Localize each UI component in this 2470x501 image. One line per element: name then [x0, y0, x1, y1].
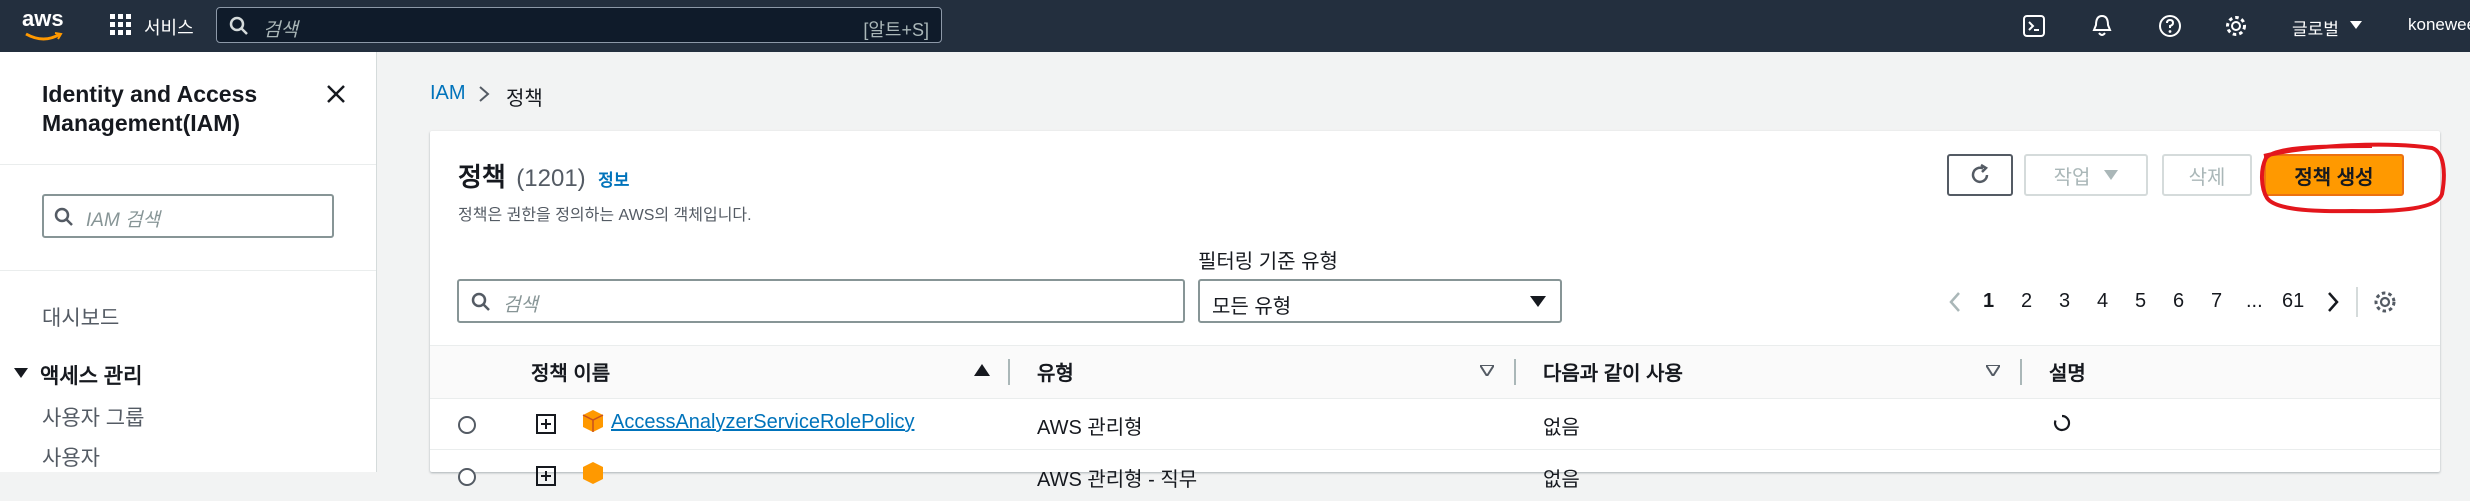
column-header-policy-name[interactable]: 정책 이름: [531, 357, 610, 386]
settings-gear-icon[interactable]: [2224, 14, 2248, 38]
page-title: 정책: [458, 162, 506, 192]
aws-smile-icon: [25, 32, 63, 41]
column-header-type[interactable]: 유형: [1037, 357, 1074, 386]
pagination-divider: [2356, 287, 2358, 317]
sidebar-item-users[interactable]: 사용자: [42, 442, 100, 472]
policy-type: AWS 관리형 - 직무: [1037, 469, 1198, 491]
region-label: 글로벌: [2292, 20, 2339, 39]
sidebar-item-user-groups[interactable]: 사용자 그룹: [42, 402, 144, 432]
pagination-next-icon[interactable]: [2326, 291, 2340, 313]
sort-icon[interactable]: [1986, 365, 2000, 376]
column-divider[interactable]: [2020, 359, 2022, 385]
policy-used-as: 없음: [1543, 469, 1580, 491]
aws-logo[interactable]: aws: [22, 6, 64, 41]
table-preferences-gear-icon[interactable]: [2372, 289, 2398, 315]
sort-icon[interactable]: [1480, 365, 1494, 376]
search-icon: [54, 207, 73, 226]
pagination-prev-icon[interactable]: [1948, 291, 1962, 313]
column-divider[interactable]: [1008, 359, 1010, 385]
pagination-ellipsis: ...: [2246, 290, 2263, 312]
policy-used-as: 없음: [1543, 417, 1580, 439]
page-3-button[interactable]: 3: [2059, 290, 2070, 313]
policy-search-placeholder: 검색: [503, 295, 538, 316]
caret-down-icon: [14, 368, 28, 378]
services-label: 서비스: [144, 18, 194, 38]
table-header: [430, 345, 2440, 399]
policy-search-input[interactable]: 검색: [457, 279, 1185, 323]
breadcrumb-iam-link[interactable]: IAM: [430, 82, 466, 105]
breadcrumb-current: 정책: [506, 88, 543, 110]
delete-button[interactable]: 삭제: [2162, 154, 2252, 196]
page-5-button[interactable]: 5: [2135, 290, 2146, 313]
table-row: AccessAnalyzerServiceRolePolicy AWS 관리형 …: [430, 397, 2440, 450]
sort-ascending-icon[interactable]: [974, 364, 990, 376]
actions-label: 작업: [2053, 166, 2091, 189]
sidebar-item-dashboard[interactable]: 대시보드: [42, 302, 119, 332]
services-menu-button[interactable]: 서비스: [110, 14, 194, 41]
region-selector[interactable]: 글로벌: [2292, 15, 2362, 40]
search-icon: [471, 292, 490, 311]
page-1-button[interactable]: 1: [1983, 290, 1994, 313]
page-4-button[interactable]: 4: [2097, 290, 2108, 313]
account-menu[interactable]: konewee: [2408, 15, 2470, 35]
close-icon[interactable]: [326, 84, 346, 104]
grid-icon: [110, 14, 131, 35]
sidebar-divider: [0, 270, 376, 271]
global-search-input[interactable]: 검색 [알트+S]: [216, 7, 942, 43]
panel-header: 정책 (1201) 정보: [458, 157, 629, 194]
help-icon[interactable]: [2158, 14, 2182, 38]
policy-count: (1201): [516, 165, 586, 192]
expand-icon[interactable]: [536, 414, 556, 434]
delete-label: 삭제: [2188, 166, 2226, 189]
column-divider[interactable]: [1514, 359, 1516, 385]
search-icon: [229, 16, 248, 35]
expand-icon[interactable]: [536, 466, 556, 486]
sidebar-divider: [0, 164, 376, 165]
sidebar-title: Identity and Access Management(IAM): [42, 81, 258, 136]
iam-search-input[interactable]: IAM 검색: [42, 194, 334, 238]
page-2-button[interactable]: 2: [2021, 290, 2032, 313]
cloudshell-icon[interactable]: [2022, 14, 2046, 38]
panel-description: 정책은 권한을 정의하는 AWS의 객체입니다.: [458, 207, 752, 224]
policies-panel: 정책 (1201) 정보 정책은 권한을 정의하는 AWS의 객체입니다. 작업…: [430, 131, 2446, 491]
filter-type-label: 필터링 기준 유형: [1198, 251, 1338, 273]
search-shortcut-hint: [알트+S]: [863, 20, 929, 40]
caret-down-icon: [2104, 170, 2119, 180]
page-7-button[interactable]: 7: [2211, 290, 2222, 313]
page-6-button[interactable]: 6: [2173, 290, 2184, 313]
table-row: AWS 관리형 - 직무 없음: [430, 449, 2440, 501]
row-radio-button[interactable]: [457, 467, 477, 487]
column-header-description[interactable]: 설명: [2049, 357, 2086, 386]
chevron-right-icon: [479, 86, 490, 102]
loading-spinner-icon: [2053, 414, 2071, 432]
notifications-bell-icon[interactable]: [2090, 13, 2114, 39]
policy-name-link[interactable]: AccessAnalyzerServiceRolePolicy: [611, 411, 914, 434]
aws-managed-policy-icon: [582, 410, 604, 432]
iam-search-placeholder: IAM 검색: [86, 210, 161, 231]
page-61-button[interactable]: 61: [2282, 290, 2304, 313]
aws-managed-policy-icon: [583, 462, 603, 484]
top-navigation-bar: aws 서비스 검색 [알트+S] 글로벌 konewee: [0, 0, 2470, 52]
refresh-icon: [1971, 163, 1989, 184]
caret-down-icon: [1530, 296, 1546, 307]
highlight-annotation: [2260, 142, 2446, 214]
refresh-button[interactable]: [1947, 154, 2013, 196]
actions-dropdown-button[interactable]: 작업: [2024, 154, 2148, 196]
filter-type-select[interactable]: 모든 유형: [1198, 279, 1562, 323]
aws-logo-text: aws: [22, 6, 64, 31]
caret-down-icon: [2350, 21, 2362, 29]
policy-type: AWS 관리형: [1037, 417, 1143, 439]
global-search-placeholder: 검색: [263, 20, 298, 41]
sidebar-section-label: 액세스 관리: [40, 365, 143, 388]
info-link[interactable]: 정보: [598, 171, 629, 190]
sidebar: Identity and Access Management(IAM) IAM …: [0, 52, 377, 472]
filter-type-value: 모든 유형: [1212, 296, 1292, 318]
column-header-used-as[interactable]: 다음과 같이 사용: [1543, 357, 1683, 386]
row-radio-button[interactable]: [457, 415, 477, 435]
